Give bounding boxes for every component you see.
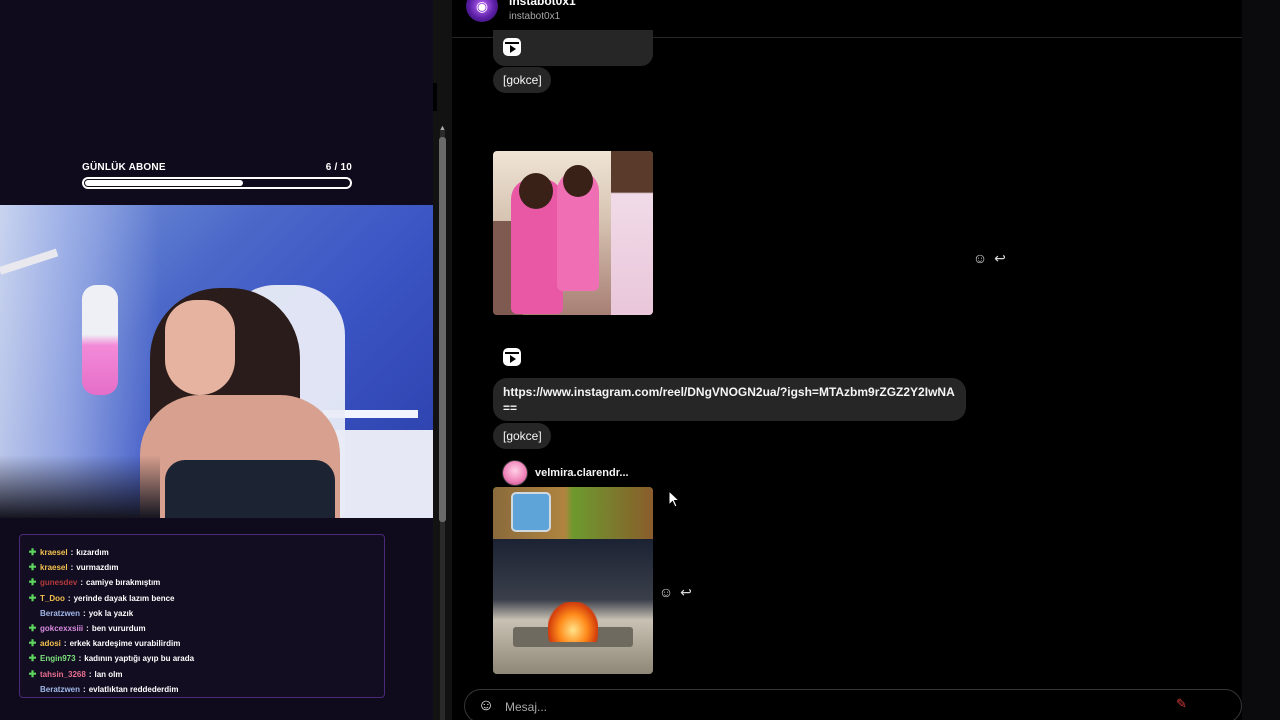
chat-text: kadının yaptığı ayıp bu arada bbox=[84, 654, 195, 664]
shared-reel-thumbnail[interactable] bbox=[493, 487, 653, 674]
chat-separator: : bbox=[67, 593, 71, 603]
shared-image-kids[interactable] bbox=[493, 151, 653, 315]
conversation-username: instabot0x1 bbox=[509, 11, 561, 22]
message-text: [gokce] bbox=[503, 429, 542, 443]
conversation-name[interactable]: instabot0x1 bbox=[509, 0, 576, 8]
chat-text: yok la yazık bbox=[88, 608, 134, 618]
reel-icon[interactable] bbox=[503, 348, 521, 366]
subscriber-goal-bar bbox=[82, 177, 352, 189]
chat-badge-icon: ✚ bbox=[28, 592, 37, 603]
message-bubble[interactable]: [gokce] bbox=[493, 423, 551, 449]
right-edge bbox=[1242, 0, 1280, 720]
stream-overlay: GÜNLÜK ABONE 6 / 10 ✚ kraesel: kızardım ✚ kr… bbox=[0, 0, 433, 720]
chat-text: vurmazdım bbox=[76, 563, 119, 573]
chat-username[interactable]: Engin973 bbox=[40, 651, 76, 666]
chat-text: camiye bırakmıştım bbox=[86, 578, 161, 588]
chat-text: yerinde dayak lazım bence bbox=[73, 593, 175, 603]
message-composer: ☺ bbox=[464, 689, 1242, 720]
chat-username[interactable]: tahsin_3268 bbox=[40, 667, 86, 682]
chat-badge-icon: ✚ bbox=[28, 577, 37, 588]
message-input[interactable] bbox=[505, 696, 1105, 718]
scrollbar-thumb[interactable] bbox=[439, 137, 446, 522]
subscriber-goal: GÜNLÜK ABONE 6 / 10 bbox=[82, 162, 352, 189]
chat-separator: : bbox=[88, 669, 92, 679]
chat-message: ✚ gokcexxsiii: ben vururdum bbox=[28, 621, 376, 636]
stream-chat: ✚ kraesel: kızardım ✚ kraesel: vurmazdım ✚ gune… bbox=[19, 534, 385, 698]
subscriber-goal-label: GÜNLÜK ABONE bbox=[82, 162, 166, 173]
link-text[interactable]: https://www.instagram.com/reel/DNgVNOGN2… bbox=[503, 385, 955, 415]
reply-icon[interactable]: ↩ bbox=[678, 584, 694, 600]
reel-icon bbox=[503, 38, 521, 56]
scrollbar[interactable]: ▲ bbox=[433, 0, 452, 720]
chat-badge-icon: ✚ bbox=[28, 562, 37, 573]
chat-separator: : bbox=[83, 608, 86, 618]
chat-username[interactable]: gokcexxsiii bbox=[40, 621, 83, 636]
webcam-feed bbox=[0, 205, 433, 518]
message-text: [gokce] bbox=[503, 73, 542, 87]
link-message[interactable]: https://www.instagram.com/reel/DNgVNOGN2… bbox=[493, 378, 966, 421]
chat-separator: : bbox=[78, 654, 82, 664]
chat-badge-icon: ✚ bbox=[28, 668, 37, 679]
smile-icon[interactable]: ☺ bbox=[658, 584, 674, 600]
chat-separator: : bbox=[70, 548, 74, 557]
chat-username[interactable]: gunesdev bbox=[40, 575, 77, 590]
chat-separator: : bbox=[63, 639, 67, 649]
chat-separator: : bbox=[83, 684, 86, 694]
chat-separator: : bbox=[70, 563, 74, 573]
avatar[interactable]: ◉ bbox=[466, 0, 498, 22]
chat-username[interactable]: Beratzwen bbox=[40, 682, 80, 697]
chat-message: ✚ gunesdev: camiye bırakmıştım bbox=[28, 575, 376, 590]
chat-message: ✚ kraesel: vurmazdım bbox=[28, 560, 376, 575]
emoji-icon[interactable]: ☺ bbox=[477, 697, 495, 715]
watermark-logo-icon: ✎ bbox=[1176, 696, 1187, 711]
sender-name[interactable]: velmira.clarendr... bbox=[535, 467, 629, 479]
subscriber-goal-count: 6 / 10 bbox=[325, 162, 352, 173]
chat-message: ✚ kraesel: kızardım bbox=[28, 545, 376, 560]
screen: GÜNLÜK ABONE 6 / 10 ✚ kraesel: kızardım ✚ kr… bbox=[0, 0, 1280, 720]
chat-text: lan olm bbox=[94, 669, 123, 679]
chat-badge-icon: ✚ bbox=[28, 623, 37, 634]
sender-avatar[interactable] bbox=[502, 460, 528, 486]
chat-separator: : bbox=[86, 623, 89, 633]
smile-icon[interactable]: ☺ bbox=[972, 250, 988, 266]
chat-badge-icon: ✚ bbox=[28, 547, 37, 558]
chat-username[interactable]: Beratzwen bbox=[40, 606, 80, 621]
chat-message: ✚ adosi: erkek kardeşime vurabilirdim bbox=[28, 636, 376, 651]
chat-badge-icon: ✚ bbox=[28, 653, 37, 664]
chat-message: ✚Beratzwen:evlatlıktan reddederdim bbox=[28, 682, 376, 697]
chat-message: ✚ T_Doo: yerinde dayak lazım bence bbox=[28, 591, 376, 606]
reply-icon[interactable]: ↩ bbox=[992, 250, 1008, 266]
chat-badge-icon: ✚ bbox=[28, 638, 37, 649]
chat-username[interactable]: kraesel bbox=[40, 545, 68, 560]
chat-text: evlatlıktan reddederdim bbox=[88, 684, 179, 694]
shared-reel-card-top[interactable] bbox=[493, 30, 653, 66]
subscriber-goal-fill bbox=[85, 180, 244, 186]
chat-text: ben vururdum bbox=[91, 623, 146, 633]
chat-text: erkek kardeşime vurabilirdim bbox=[69, 639, 181, 649]
chat-text: kızardım bbox=[76, 548, 109, 557]
chat-message: ✚ tahsin_3268: lan olm bbox=[28, 667, 376, 682]
chat-message: ✚ Engin973: kadının yaptığı ayıp bu arada bbox=[28, 651, 376, 666]
message-bubble[interactable]: [gokce] bbox=[493, 67, 551, 93]
microphone bbox=[82, 285, 118, 395]
chat-username[interactable]: adosi bbox=[40, 636, 61, 651]
chat-message: ✚Beratzwen:yok la yazık bbox=[28, 606, 376, 621]
chat-username[interactable]: kraesel bbox=[40, 560, 68, 575]
chat-separator: : bbox=[80, 578, 84, 588]
chat-username[interactable]: T_Doo bbox=[40, 591, 65, 606]
